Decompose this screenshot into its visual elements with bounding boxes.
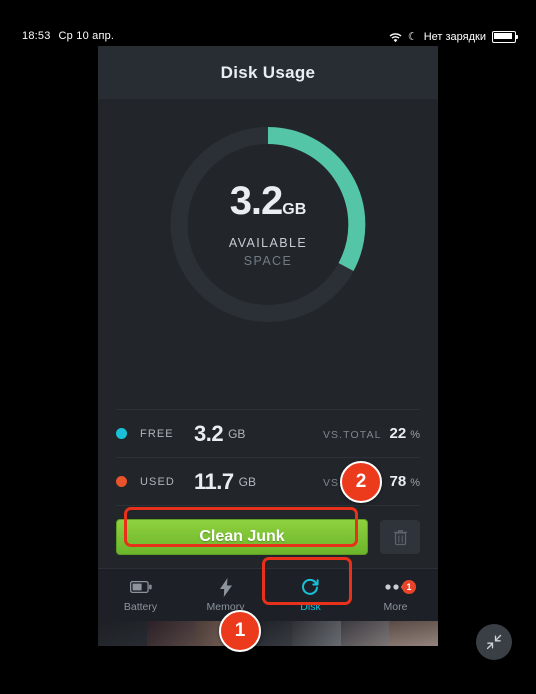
disk-stats: FREE 3.2 GB VS.TOTAL 22 % USED 11.7 GB V… [98, 409, 438, 506]
disk-usage-app: Disk Usage 3.2GB AVAILABLE SPACE FREE 3.… [98, 46, 438, 646]
available-label-line2: SPACE [243, 254, 293, 268]
disk-refresh-icon [301, 578, 320, 597]
status-bar-left: 18:53 Ср 10 апр. [22, 30, 114, 42]
donut-center-labels: 3.2GB AVAILABLE SPACE [161, 117, 376, 332]
battery-icon [492, 30, 518, 43]
status-date: Ср 10 апр. [58, 30, 115, 42]
free-unit: GB [228, 426, 246, 441]
free-right: VS.TOTAL 22 % [323, 425, 420, 442]
collapse-arrows-button[interactable] [476, 624, 512, 660]
available-space-unit: GB [282, 201, 307, 218]
free-percent: 22 [389, 425, 407, 442]
free-percent-unit: % [410, 429, 420, 441]
used-label: USED [140, 475, 175, 488]
used-unit: GB [238, 474, 256, 489]
tab-more-label: More [383, 600, 408, 613]
tab-memory[interactable]: Memory [183, 577, 268, 613]
free-dot-icon [116, 428, 127, 439]
used-percent-unit: % [410, 477, 420, 489]
more-badge: 1 [402, 579, 416, 594]
table-row: FREE 3.2 GB VS.TOTAL 22 % [116, 409, 420, 458]
clean-junk-button[interactable]: Clean Junk [116, 519, 368, 555]
status-bar: 18:53 Ср 10 апр. ☾ Нет зарядки [0, 0, 536, 44]
callout-2: 2 [340, 461, 382, 503]
status-bar-right: ☾ Нет зарядки [389, 30, 518, 43]
bolt-icon [219, 577, 232, 597]
photo-thumb [292, 621, 341, 646]
clean-junk-label: Clean Junk [199, 528, 285, 545]
photo-thumb [146, 621, 196, 646]
photo-thumb [340, 621, 390, 646]
disk-donut-chart: 3.2GB AVAILABLE SPACE [161, 117, 376, 332]
used-percent: 78 [389, 473, 407, 490]
callout-1: 1 [219, 610, 261, 652]
status-time: 18:53 [22, 30, 51, 42]
free-value: 3.2 [194, 420, 224, 446]
available-label-line1: AVAILABLE [228, 236, 308, 250]
free-vs-label: VS.TOTAL [322, 429, 382, 441]
available-space-value: 3.2GB [229, 179, 307, 223]
moon-icon: ☾ [407, 31, 418, 43]
used-dot-icon [116, 476, 127, 487]
collapse-arrows-icon [486, 634, 502, 650]
trash-button[interactable] [380, 520, 420, 554]
page-title: Disk Usage [220, 62, 316, 82]
photo-thumb [389, 621, 438, 646]
tab-battery-label: Battery [123, 600, 158, 613]
tab-disk[interactable]: Disk [268, 578, 353, 613]
tab-more[interactable]: 1 More [353, 578, 438, 613]
app-header: Disk Usage [98, 46, 438, 99]
battery-icon [129, 578, 152, 597]
donut-chart-area: 3.2GB AVAILABLE SPACE [98, 99, 438, 409]
callout-1-label: 1 [234, 620, 246, 641]
free-label: FREE [140, 427, 174, 440]
used-value: 11.7 [194, 468, 234, 494]
trash-icon [393, 529, 407, 545]
battery-status-text: Нет зарядки [423, 30, 486, 43]
tab-disk-label: Disk [300, 600, 321, 613]
tab-bar: Battery Memory Disk 1 More [98, 568, 438, 621]
callout-2-label: 2 [355, 471, 367, 492]
photo-thumb [98, 621, 147, 646]
wifi-icon [389, 32, 402, 43]
action-bar: Clean Junk [98, 506, 438, 568]
tab-battery[interactable]: Battery [98, 578, 183, 613]
photo-strip [98, 621, 438, 646]
